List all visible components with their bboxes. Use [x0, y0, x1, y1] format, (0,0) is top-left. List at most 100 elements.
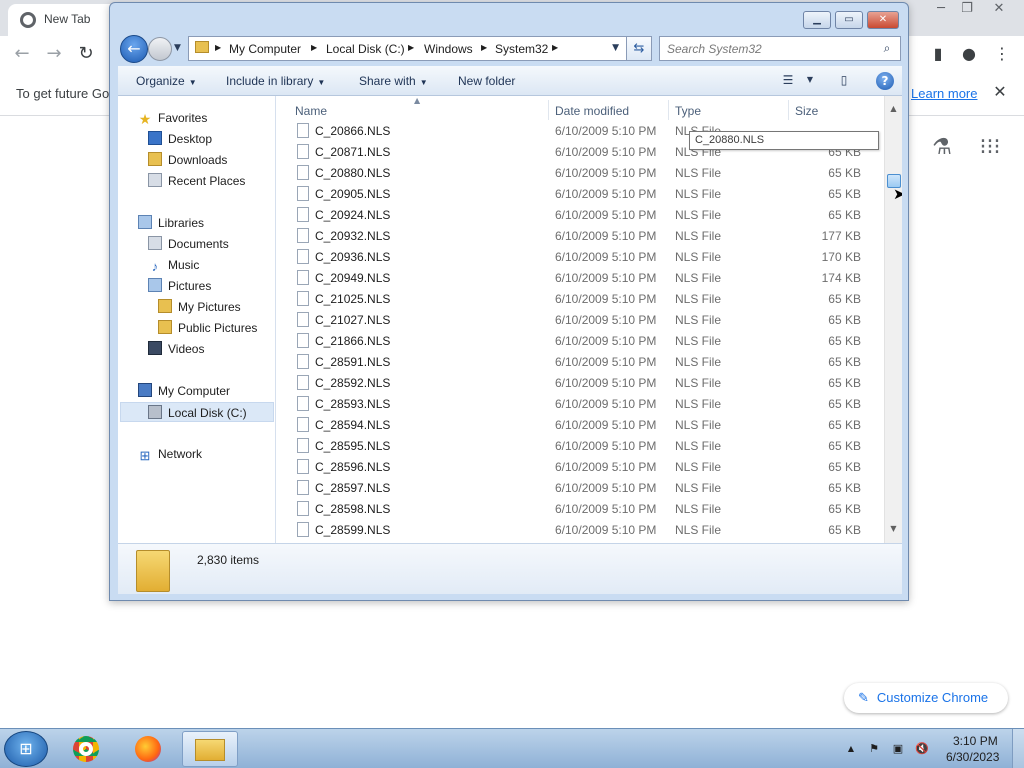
file-row[interactable]: C_20924.NLS 6/10/2009 5:10 PM NLS File 65 K… [276, 204, 884, 225]
explorer-maximize-button[interactable]: ▭ [835, 11, 863, 29]
scroll-up-arrow-icon[interactable]: ▲ [887, 102, 900, 115]
search-input[interactable]: Search System32 ⌕ [659, 36, 901, 61]
breadcrumb-my-computer[interactable]: My Computer [229, 42, 301, 56]
forward-arrow-icon[interactable]: → [42, 42, 66, 66]
breadcrumb-arrow-icon[interactable]: ▶ [311, 43, 317, 52]
file-row[interactable]: C_20932.NLS 6/10/2009 5:10 PM NLS File 177 … [276, 225, 884, 246]
file-row[interactable]: C_28599.NLS 6/10/2009 5:10 PM NLS File 65 K… [276, 519, 884, 540]
reload-icon[interactable]: ↻ [74, 42, 98, 66]
back-arrow-icon[interactable]: ← [10, 42, 34, 66]
libraries-icon [138, 215, 152, 229]
file-row[interactable]: C_28592.NLS 6/10/2009 5:10 PM NLS File 65 K… [276, 372, 884, 393]
volume-muted-icon[interactable]: 🔇 [914, 741, 930, 757]
nav-pictures[interactable]: Pictures [148, 276, 211, 296]
file-row[interactable]: C_20880.NLS 6/10/2009 5:10 PM NLS File 65 K… [276, 162, 884, 183]
file-row[interactable]: C_21027.NLS 6/10/2009 5:10 PM NLS File 65 K… [276, 309, 884, 330]
file-row[interactable]: C_28598.NLS 6/10/2009 5:10 PM NLS File 65 K… [276, 498, 884, 519]
file-row[interactable]: C_20949.NLS 6/10/2009 5:10 PM NLS File 174 … [276, 267, 884, 288]
customize-chrome-button[interactable]: ✎ Customize Chrome [844, 683, 1008, 713]
nav-network[interactable]: ⊞ Network [138, 444, 202, 464]
taskbar-chrome[interactable] [58, 731, 114, 767]
taskbar-firefox[interactable] [120, 731, 176, 767]
scroll-down-arrow-icon[interactable]: ▼ [887, 522, 900, 535]
file-row[interactable]: C_28591.NLS 6/10/2009 5:10 PM NLS File 65 K… [276, 351, 884, 372]
infobar-learn-more-link[interactable]: Learn more [911, 86, 977, 101]
column-header-name[interactable]: Name [295, 104, 327, 118]
recent-pages-chevron-icon[interactable]: ▼ [174, 43, 181, 53]
vertical-scrollbar[interactable]: ▲ ▼ [884, 96, 902, 543]
column-header-date[interactable]: Date modified [555, 104, 629, 118]
breadcrumb-system32[interactable]: System32 [495, 42, 548, 56]
nav-local-disk[interactable]: Local Disk (C:) [120, 402, 274, 422]
item-count: 2,830 items [197, 553, 260, 567]
file-row[interactable]: C_20936.NLS 6/10/2009 5:10 PM NLS File 170 … [276, 246, 884, 267]
chrome-menu-icon[interactable]: ⋮ [990, 42, 1014, 66]
breadcrumb-arrow-icon[interactable]: ▶ [215, 43, 221, 52]
file-row[interactable]: C_28596.NLS 6/10/2009 5:10 PM NLS File 65 K… [276, 456, 884, 477]
explorer-minimize-button[interactable]: ▁ [803, 11, 831, 29]
nav-recent-places[interactable]: Recent Places [148, 171, 245, 191]
taskbar-explorer[interactable] [182, 731, 238, 767]
file-row[interactable]: C_21866.NLS 6/10/2009 5:10 PM NLS File 65 K… [276, 330, 884, 351]
column-header-type[interactable]: Type [675, 104, 701, 118]
column-divider[interactable] [668, 100, 669, 120]
view-chevron-down-icon[interactable]: ▼ [802, 73, 818, 87]
clock-date[interactable]: 6/30/2023 [946, 750, 999, 764]
preview-pane-icon[interactable]: ▯ [836, 73, 852, 87]
nav-desktop[interactable]: Desktop [148, 129, 212, 149]
nav-public-pictures[interactable]: Public Pictures [158, 318, 257, 338]
clock-time[interactable]: 3:10 PM [953, 734, 998, 748]
action-center-icon[interactable]: ⚑ [866, 741, 882, 757]
address-bar[interactable]: ▶ My Computer ▶ Local Disk (C:) ▶ Window… [188, 36, 652, 61]
chrome-close-button[interactable]: ✕ [984, 0, 1014, 18]
file-type: NLS File [675, 523, 722, 537]
include-in-library-menu[interactable]: Include in library ▼ [226, 74, 325, 88]
nav-favorites[interactable]: ★ Favorites [138, 108, 208, 128]
file-row[interactable]: C_28593.NLS 6/10/2009 5:10 PM NLS File 65 K… [276, 393, 884, 414]
file-row[interactable]: C_28594.NLS 6/10/2009 5:10 PM NLS File 65 K… [276, 414, 884, 435]
nav-my-computer[interactable]: My Computer [138, 381, 230, 401]
file-date-modified: 6/10/2009 5:10 PM [555, 229, 657, 243]
show-desktop-button[interactable] [1012, 729, 1024, 768]
start-button[interactable]: ⊞ [4, 731, 48, 767]
breadcrumb-arrow-icon[interactable]: ▶ [408, 43, 414, 52]
tray-expand-icon[interactable]: ▲ [843, 741, 859, 757]
share-with-menu[interactable]: Share with ▼ [359, 74, 428, 88]
nav-downloads[interactable]: Downloads [148, 150, 227, 170]
search-icon[interactable]: ⌕ [880, 41, 894, 55]
file-row[interactable]: C_28595.NLS 6/10/2009 5:10 PM NLS File 65 K… [276, 435, 884, 456]
folder-large-icon [136, 550, 170, 592]
network-icon[interactable]: ▣ [890, 741, 906, 757]
forward-button[interactable] [148, 37, 172, 61]
profile-avatar-icon[interactable]: ● [957, 42, 981, 66]
labs-flask-icon[interactable]: ⚗ [928, 134, 956, 162]
column-divider[interactable] [548, 100, 549, 120]
nav-libraries[interactable]: Libraries [138, 213, 204, 233]
nav-my-pictures[interactable]: My Pictures [158, 297, 241, 317]
chrome-restore-button[interactable]: ❐ [952, 0, 982, 18]
nav-videos[interactable]: Videos [148, 339, 204, 359]
apps-grid-icon[interactable]: ⁝⁝⁝ [976, 134, 1004, 162]
new-folder-button[interactable]: New folder [458, 74, 515, 88]
back-button[interactable]: ← [120, 35, 148, 63]
breadcrumb-windows[interactable]: Windows [424, 42, 473, 56]
help-icon[interactable]: ? [876, 72, 894, 90]
refresh-button[interactable]: ⇆ [626, 36, 652, 61]
breadcrumb-arrow-icon[interactable]: ▶ [552, 43, 558, 52]
breadcrumb-arrow-icon[interactable]: ▶ [481, 43, 487, 52]
side-panel-icon[interactable]: ▮ [926, 42, 950, 66]
column-divider[interactable] [788, 100, 789, 120]
nav-documents[interactable]: Documents [148, 234, 229, 254]
nav-music[interactable]: ♪ Music [148, 255, 200, 275]
breadcrumb-local-disk[interactable]: Local Disk (C:) [326, 42, 405, 56]
view-options-icon[interactable]: ☰ [780, 73, 796, 87]
column-header-size[interactable]: Size [795, 104, 818, 118]
chrome-tab-new-tab[interactable]: New Tab [8, 4, 118, 36]
infobar-close-icon[interactable]: ✕ [990, 82, 1010, 102]
organize-menu[interactable]: Organize ▼ [136, 74, 197, 88]
address-history-chevron-icon[interactable]: ▼ [612, 43, 619, 53]
explorer-close-button[interactable]: ✕ [867, 11, 899, 29]
file-row[interactable]: C_20905.NLS 6/10/2009 5:10 PM NLS File 65 K… [276, 183, 884, 204]
file-row[interactable]: C_28597.NLS 6/10/2009 5:10 PM NLS File 65 K… [276, 477, 884, 498]
file-row[interactable]: C_21025.NLS 6/10/2009 5:10 PM NLS File 65 K… [276, 288, 884, 309]
